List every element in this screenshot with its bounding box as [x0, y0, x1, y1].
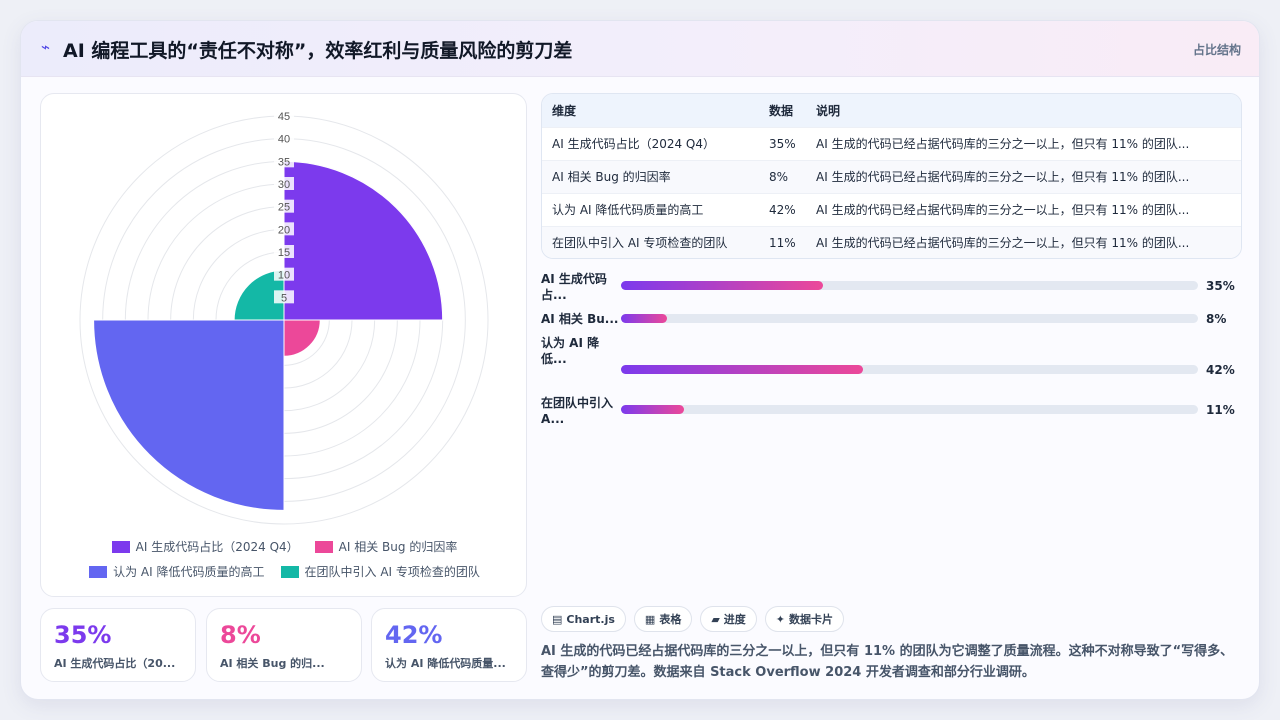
kpi-value: 42% [385, 621, 443, 649]
table-cell: 认为 AI 降低代码质量的高工 [542, 192, 759, 226]
table-cell: 8% [759, 159, 806, 193]
tech-chips: ▤ Chart.js ▦ 表格 ▰ 进度 ✦ 数据卡片 [541, 606, 845, 632]
polar-chart-panel: 5 10 15 20 25 30 35 40 45 AI 生成代码占比（2024 Q4） AI … [40, 93, 527, 597]
header-tag: 占比结构 [1192, 43, 1241, 57]
r-tick-label: 40 [278, 134, 290, 146]
progress-track [621, 365, 1198, 374]
table-cell: AI 生成的代码已经占据代码库的三分之一以上，但只有 11% 的团队... [806, 192, 1241, 226]
table-cell: 42% [759, 192, 806, 226]
progress-value: 35% [1206, 279, 1235, 293]
progress-value: 11% [1206, 403, 1235, 417]
progress-track [621, 405, 1198, 414]
progress-label: AI 生成代码 占... [541, 272, 607, 302]
table-cell: 35% [759, 126, 806, 160]
chart-legend: AI 生成代码占比（2024 Q4） AI 相关 Bug 的归因率 认为 AI … [41, 538, 528, 588]
column-header: 数据 [759, 94, 806, 127]
table-cell: 11% [759, 225, 806, 258]
sparkle-icon: ✦ [775, 612, 786, 626]
progress-fill [621, 314, 668, 323]
header-bar: ⌁ AI 编程工具的“责任不对称”，效率红利与质量风险的剪刀差 占比结构 [21, 21, 1259, 77]
legend-item[interactable]: 在团队中引入 AI 专项检查的团队 [280, 563, 480, 580]
table-icon: ▦ [644, 612, 656, 626]
legend-label: AI 相关 Bug 的归因率 [338, 540, 458, 554]
legend-item[interactable]: 认为 AI 降低代码质量的高工 [89, 563, 265, 580]
chip-table[interactable]: ▦ 表格 [633, 606, 693, 632]
table-row: AI 相关 Bug 的归因率 8% AI 生成的代码已经占据代码库的三分之一以上… [542, 159, 1241, 193]
column-header: 维度 [542, 94, 759, 127]
legend-swatch [111, 540, 130, 553]
polar-area-chart: 5 10 15 20 25 30 35 40 45 [79, 109, 489, 525]
kpi-label: AI 相关 Bug 的归... [220, 657, 325, 670]
polar-segment[interactable] [93, 319, 285, 511]
page-title: AI 编程工具的“责任不对称”，效率红利与质量风险的剪刀差 [63, 40, 573, 62]
legend-label: 在团队中引入 AI 专项检查的团队 [304, 565, 480, 579]
kpi-card: 42% 认为 AI 降低代码质量... [371, 608, 527, 682]
table-cell: AI 生成的代码已经占据代码库的三分之一以上，但只有 11% 的团队... [806, 126, 1241, 160]
progress-value: 42% [1206, 363, 1235, 377]
polar-segment[interactable] [283, 160, 444, 321]
kpi-value: 35% [54, 621, 112, 649]
r-tick-label: 25 [278, 202, 290, 214]
r-tick-label: 30 [278, 179, 290, 191]
table-header-row: 维度 数据 说明 [542, 94, 1241, 127]
r-tick-label: 10 [278, 270, 290, 282]
r-tick-label: 20 [278, 224, 290, 236]
column-header: 说明 [806, 94, 1241, 127]
table-cell: AI 生成的代码已经占据代码库的三分之一以上，但只有 11% 的团队... [806, 225, 1241, 258]
table-cell: AI 生成代码占比（2024 Q4） [542, 126, 759, 160]
progress-fill [621, 405, 685, 414]
legend-swatch [314, 540, 333, 553]
kpi-card: 8% AI 相关 Bug 的归... [206, 608, 362, 682]
legend-label: 认为 AI 降低代码质量的高工 [113, 565, 265, 579]
chip-chartjs[interactable]: ▤ Chart.js [541, 606, 626, 632]
progress-label: AI 相关 Bu... [541, 312, 619, 326]
progress-label: 在团队中引入 A... [541, 396, 614, 426]
table-row: AI 生成代码占比（2024 Q4） 35% AI 生成的代码已经占据代码库的三… [542, 126, 1241, 160]
progress-fill [621, 281, 823, 290]
legend-swatch [280, 565, 299, 578]
table-cell: AI 生成的代码已经占据代码库的三分之一以上，但只有 11% 的团队... [806, 159, 1241, 193]
r-tick-label: 45 [278, 111, 290, 123]
legend-item[interactable]: AI 相关 Bug 的归因率 [314, 538, 458, 555]
r-tick-label: 15 [278, 247, 290, 259]
table-cell: AI 相关 Bug 的归因率 [542, 159, 759, 193]
table-row: 在团队中引入 AI 专项检查的团队 11% AI 生成的代码已经占据代码库的三分… [542, 225, 1241, 258]
table-cell: 在团队中引入 AI 专项检查的团队 [542, 225, 759, 258]
data-table: 维度 数据 说明 AI 生成代码占比（2024 Q4） 35% AI 生成的代码… [541, 93, 1242, 259]
legend-label: AI 生成代码占比（2024 Q4） [135, 540, 299, 554]
progress-label: 认为 AI 降低... [541, 336, 600, 366]
kpi-label: 认为 AI 降低代码质量... [385, 657, 506, 670]
polar-segment[interactable] [283, 319, 321, 357]
table-row: 认为 AI 降低代码质量的高工 42% AI 生成的代码已经占据代码库的三分之一… [542, 192, 1241, 226]
dashboard-card: ⌁ AI 编程工具的“责任不对称”，效率红利与质量风险的剪刀差 占比结构 5 10… [20, 20, 1260, 700]
r-tick-label: 35 [278, 156, 290, 168]
r-tick-label: 5 [281, 292, 287, 304]
kpi-value: 8% [220, 621, 261, 649]
progress-icon: ▰ [711, 612, 720, 626]
progress-fill [621, 365, 864, 374]
progress-track [621, 314, 1198, 323]
bolt-icon: ⌁ [41, 38, 51, 56]
kpi-label: AI 生成代码占比（20... [54, 657, 176, 670]
chip-data-card[interactable]: ✦ 数据卡片 [764, 606, 845, 632]
progress-track [621, 281, 1198, 290]
legend-swatch [89, 565, 108, 578]
legend-item[interactable]: AI 生成代码占比（2024 Q4） [111, 538, 299, 555]
progress-value: 8% [1206, 312, 1227, 326]
kpi-card: 35% AI 生成代码占比（20... [40, 608, 196, 682]
summary-note: AI 生成的代码已经占据代码库的三分之一以上，但只有 11% 的团队为它调整了质… [541, 644, 1234, 680]
chip-progress[interactable]: ▰ 进度 [700, 606, 757, 632]
chart-icon: ▤ [552, 612, 563, 626]
